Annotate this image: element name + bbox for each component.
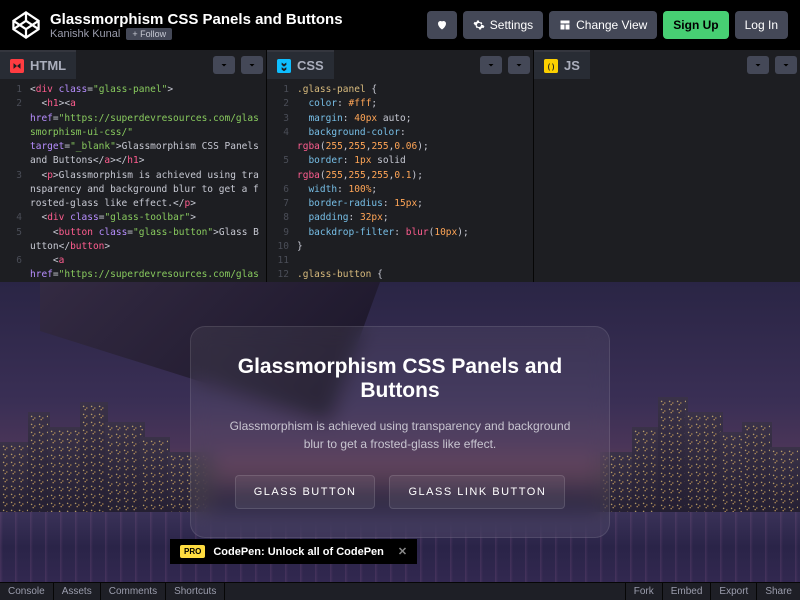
app-header: Glassmorphism CSS Panels and Buttons Kan…: [0, 0, 800, 50]
css-tab-label: CSS: [297, 58, 324, 73]
css-lang-icon: [277, 59, 291, 73]
footer-embed-button[interactable]: Embed: [662, 583, 711, 600]
follow-button[interactable]: + Follow: [126, 28, 172, 40]
js-settings-button[interactable]: [747, 56, 769, 74]
glass-panel-title[interactable]: Glassmorphism CSS Panels and Buttons: [223, 355, 577, 403]
change-view-label: Change View: [576, 18, 647, 32]
html-options-button[interactable]: [241, 56, 263, 74]
html-tab-label: HTML: [30, 58, 66, 73]
css-settings-button[interactable]: [480, 56, 502, 74]
settings-label: Settings: [490, 18, 533, 32]
css-tab[interactable]: CSS: [267, 50, 334, 79]
glass-button[interactable]: GLASS BUTTON: [235, 475, 376, 509]
editors-row: HTML 1<div class="glass-panel">2 <h1><ah…: [0, 50, 800, 282]
footer-fork-button[interactable]: Fork: [625, 583, 662, 600]
author-link[interactable]: Kanishk Kunal: [50, 28, 120, 40]
chevron-down-icon: [218, 59, 230, 71]
app-footer: ConsoleAssetsCommentsShortcuts ForkEmbed…: [0, 582, 800, 600]
login-button[interactable]: Log In: [735, 11, 788, 39]
html-tab[interactable]: HTML: [0, 50, 76, 79]
footer-comments-button[interactable]: Comments: [101, 583, 166, 600]
glass-panel-desc: Glassmorphism is achieved using transpar…: [223, 417, 577, 453]
gear-icon: [473, 19, 485, 31]
css-code-area[interactable]: 1.glass-panel {2 color: #fff;3 margin: 4…: [267, 79, 533, 282]
heart-icon: [436, 19, 448, 31]
chevron-down-icon: [780, 59, 792, 71]
footer-share-button[interactable]: Share: [756, 583, 800, 600]
promo-close-button[interactable]: ✕: [398, 545, 407, 558]
html-lang-icon: [10, 59, 24, 73]
js-editor: ( ) JS: [534, 50, 800, 282]
js-options-button[interactable]: [775, 56, 797, 74]
layout-icon: [559, 19, 571, 31]
promo-text: CodePen: Unlock all of CodePen: [213, 546, 384, 558]
chevron-down-icon: [485, 59, 497, 71]
codepen-logo-icon: [12, 11, 40, 39]
css-options-button[interactable]: [508, 56, 530, 74]
css-editor: CSS 1.glass-panel {2 color: #fff;3 margi…: [267, 50, 534, 282]
pen-title[interactable]: Glassmorphism CSS Panels and Buttons: [50, 11, 427, 28]
html-editor: HTML 1<div class="glass-panel">2 <h1><ah…: [0, 50, 267, 282]
footer-assets-button[interactable]: Assets: [54, 583, 101, 600]
footer-export-button[interactable]: Export: [710, 583, 756, 600]
chevron-down-icon: [752, 59, 764, 71]
chevron-down-icon: [246, 59, 258, 71]
js-lang-icon: ( ): [544, 59, 558, 73]
settings-button[interactable]: Settings: [463, 11, 543, 39]
promo-banner[interactable]: PRO CodePen: Unlock all of CodePen ✕: [170, 539, 417, 564]
preview-pane: Glassmorphism CSS Panels and Buttons Gla…: [0, 282, 800, 582]
js-tab-label: JS: [564, 58, 580, 73]
change-view-button[interactable]: Change View: [549, 11, 657, 39]
chevron-down-icon: [513, 59, 525, 71]
pro-badge: PRO: [180, 545, 205, 558]
html-settings-button[interactable]: [213, 56, 235, 74]
glass-link-button[interactable]: GLASS LINK BUTTON: [389, 475, 565, 509]
like-button[interactable]: [427, 11, 457, 39]
svg-text:( ): ( ): [548, 63, 555, 70]
js-code-area[interactable]: [534, 79, 800, 282]
js-tab[interactable]: ( ) JS: [534, 50, 590, 79]
html-code-area[interactable]: 1<div class="glass-panel">2 <h1><ahref="…: [0, 79, 266, 282]
signup-button[interactable]: Sign Up: [663, 11, 728, 39]
glass-panel: Glassmorphism CSS Panels and Buttons Gla…: [190, 326, 610, 538]
footer-shortcuts-button[interactable]: Shortcuts: [166, 583, 225, 600]
footer-console-button[interactable]: Console: [0, 583, 54, 600]
